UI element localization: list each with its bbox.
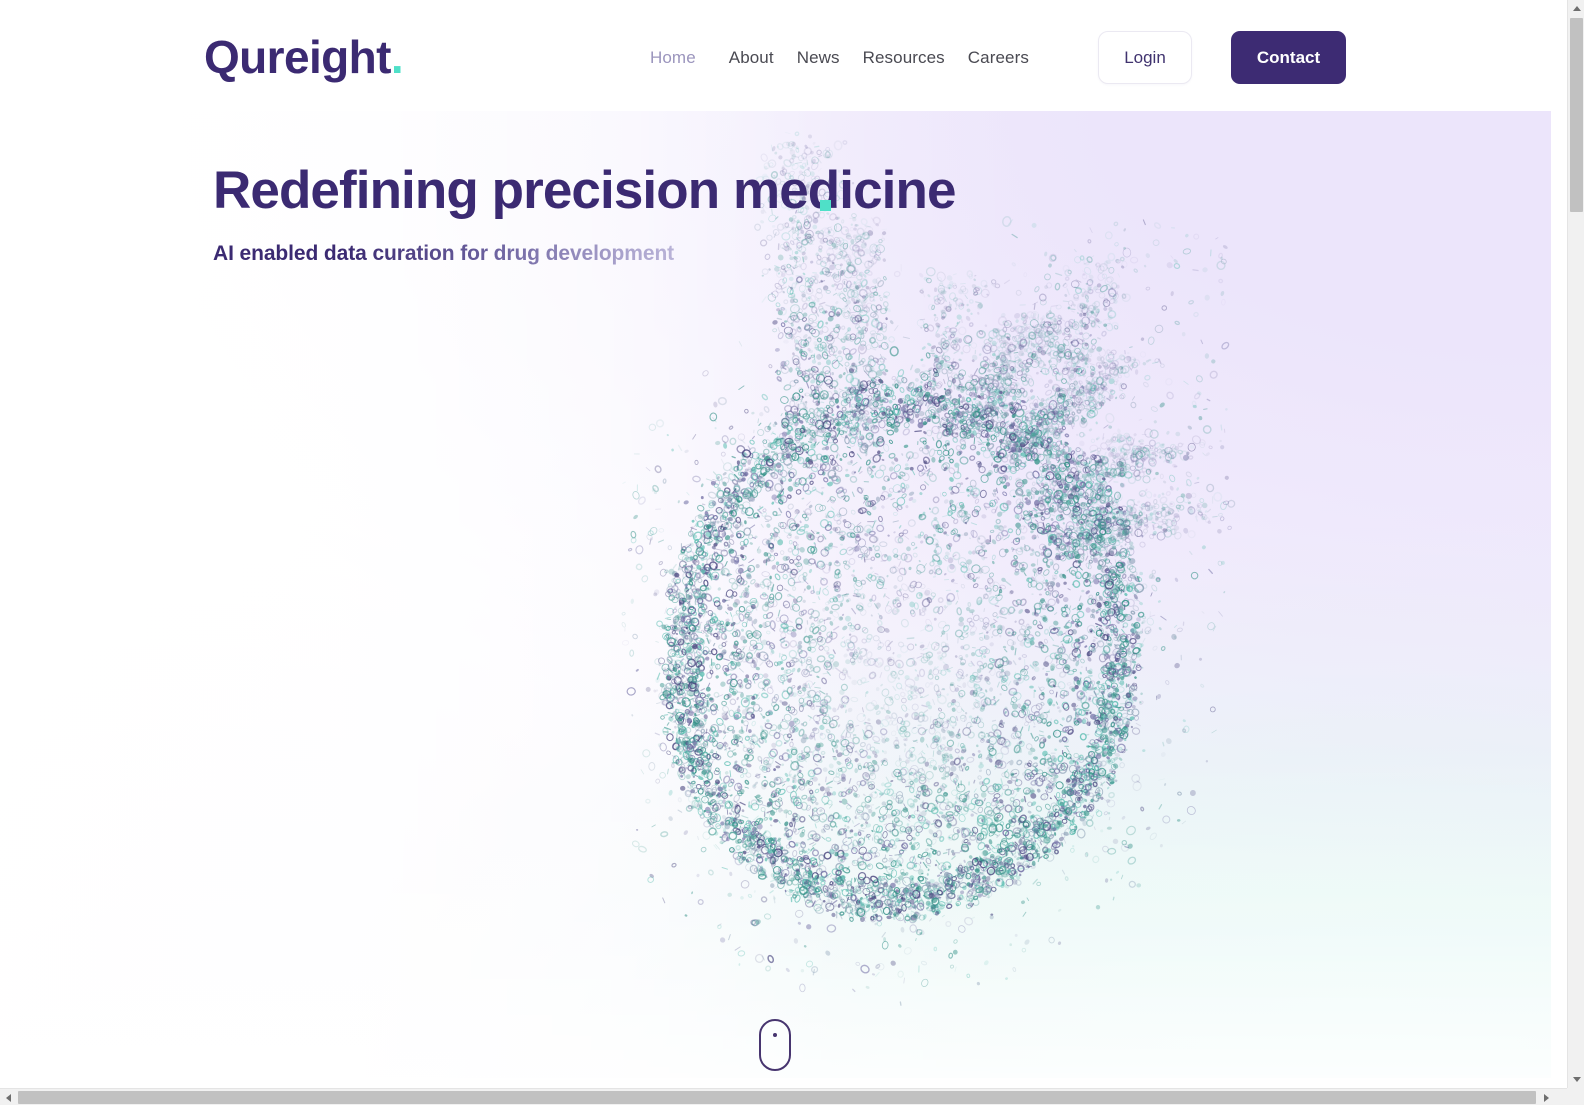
scroll-wheel-dot bbox=[773, 1033, 777, 1037]
nav-item-about[interactable]: About bbox=[729, 44, 797, 72]
hero-subtitle: AI enabled data curation for drug develo… bbox=[213, 239, 956, 269]
brand-logo[interactable]: Qureight. bbox=[204, 29, 404, 85]
scroll-down-arrow-icon[interactable] bbox=[1568, 1071, 1584, 1088]
brand-name: Qureight bbox=[204, 31, 391, 83]
scroll-up-arrow-icon[interactable] bbox=[1568, 0, 1584, 17]
vertical-scrollbar-thumb[interactable] bbox=[1570, 18, 1583, 212]
contact-button[interactable]: Contact bbox=[1231, 31, 1346, 84]
main-navigation: Home About News Resources Careers bbox=[650, 44, 1052, 72]
nav-item-home[interactable]: Home bbox=[650, 44, 729, 72]
hero-copy: Redefining precision medicine AI enabled… bbox=[213, 160, 956, 269]
browser-viewport: Qureight. Home About News Resources Care… bbox=[0, 0, 1584, 1105]
scroll-right-arrow-icon[interactable] bbox=[1538, 1089, 1555, 1105]
site-header: Qureight. Home About News Resources Care… bbox=[0, 0, 1551, 111]
nav-item-resources[interactable]: Resources bbox=[863, 44, 968, 72]
scroll-left-arrow-icon[interactable] bbox=[0, 1089, 17, 1105]
nav-item-news[interactable]: News bbox=[797, 44, 863, 72]
title-caret-accent bbox=[820, 200, 831, 211]
vertical-scrollbar[interactable] bbox=[1567, 0, 1584, 1088]
web-page: Qureight. Home About News Resources Care… bbox=[0, 0, 1551, 1078]
hero-section: Redefining precision medicine AI enabled… bbox=[0, 111, 1551, 1078]
horizontal-scrollbar-thumb[interactable] bbox=[18, 1091, 1536, 1104]
horizontal-scrollbar[interactable] bbox=[0, 1088, 1584, 1105]
brand-accent-dot: . bbox=[390, 31, 404, 83]
nav-item-careers[interactable]: Careers bbox=[968, 44, 1052, 72]
scrollbar-corner bbox=[1567, 1088, 1584, 1105]
scroll-down-mouse-icon[interactable] bbox=[759, 1019, 791, 1071]
hero-title: Redefining precision medicine bbox=[213, 161, 956, 220]
login-button[interactable]: Login bbox=[1098, 31, 1192, 84]
